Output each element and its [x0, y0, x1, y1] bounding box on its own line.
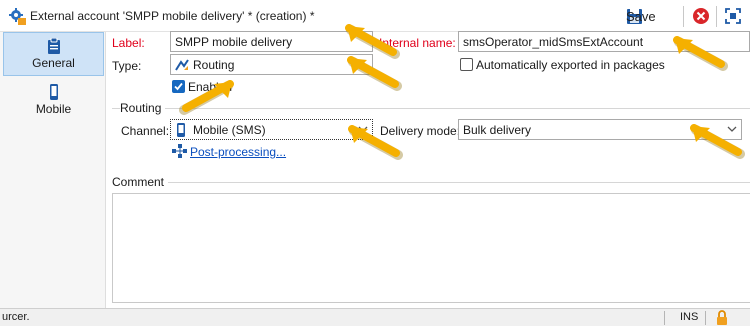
- save-button[interactable]: Save: [626, 6, 656, 27]
- clipboard-icon: [47, 38, 60, 54]
- padlock-icon: [717, 310, 727, 325]
- mobile-phone-icon: [49, 84, 58, 100]
- enabled-checkbox[interactable]: [172, 80, 185, 93]
- chevron-down-icon: [727, 126, 737, 132]
- workflow-icon: [172, 144, 187, 158]
- sidebar-item-mobile[interactable]: Mobile: [3, 79, 104, 123]
- enabled-label: Enabled: [188, 80, 233, 94]
- comment-textarea[interactable]: [112, 193, 750, 303]
- auto-export-checkbox[interactable]: [460, 58, 473, 71]
- red-circle-x-icon[interactable]: [692, 7, 710, 25]
- window-titlebar: External account 'SMPP mobile delivery' …: [0, 0, 750, 32]
- comment-group-line: [112, 182, 750, 183]
- status-separator: [705, 311, 706, 325]
- mobile-phone-icon: [177, 123, 185, 137]
- save-button-label: Save: [626, 9, 656, 24]
- status-text: urcer.: [2, 311, 30, 323]
- auto-export-label: Automatically exported in packages: [476, 58, 665, 72]
- routing-group-line: [112, 108, 750, 109]
- routing-icon: [175, 59, 189, 71]
- insert-mode-indicator: INS: [680, 311, 699, 323]
- type-field[interactable]: Routing: [170, 54, 373, 75]
- label-caption: Label:: [112, 36, 145, 50]
- sidebar: General Mobile: [0, 32, 106, 308]
- sidebar-item-label: Mobile: [35, 102, 72, 116]
- window-title: External account 'SMPP mobile delivery' …: [30, 9, 315, 23]
- status-bar: urcer. INS: [0, 308, 750, 326]
- delivery-mode-caption: Delivery mode:: [380, 124, 461, 138]
- delivery-mode-select[interactable]: Bulk delivery: [458, 119, 742, 140]
- toolbar-separator: [683, 6, 684, 27]
- focus-frame-icon[interactable]: [724, 7, 742, 25]
- label-field[interactable]: SMPP mobile delivery: [170, 31, 373, 52]
- delivery-mode-value: Bulk delivery: [463, 123, 532, 137]
- status-separator: [664, 311, 665, 325]
- chevron-down-icon: [358, 126, 368, 132]
- post-processing-link[interactable]: Post-processing...: [190, 145, 286, 159]
- channel-caption: Channel:: [121, 124, 170, 138]
- routing-group-title: Routing: [120, 101, 166, 115]
- channel-select[interactable]: Mobile (SMS): [170, 119, 373, 140]
- sidebar-item-label: General: [32, 56, 75, 70]
- sidebar-item-general[interactable]: General: [3, 32, 104, 76]
- comment-group-title: Comment: [112, 175, 169, 189]
- internal-name-field[interactable]: smsOperator_midSmsExtAccount: [458, 31, 750, 52]
- channel-value: Mobile (SMS): [193, 123, 266, 137]
- type-value: Routing: [193, 58, 235, 72]
- gear-account-icon: [9, 8, 26, 25]
- checkmark-icon: [174, 82, 183, 91]
- type-caption: Type:: [112, 59, 142, 73]
- toolbar-separator: [716, 6, 717, 27]
- internal-name-caption: Internal name:: [379, 36, 456, 50]
